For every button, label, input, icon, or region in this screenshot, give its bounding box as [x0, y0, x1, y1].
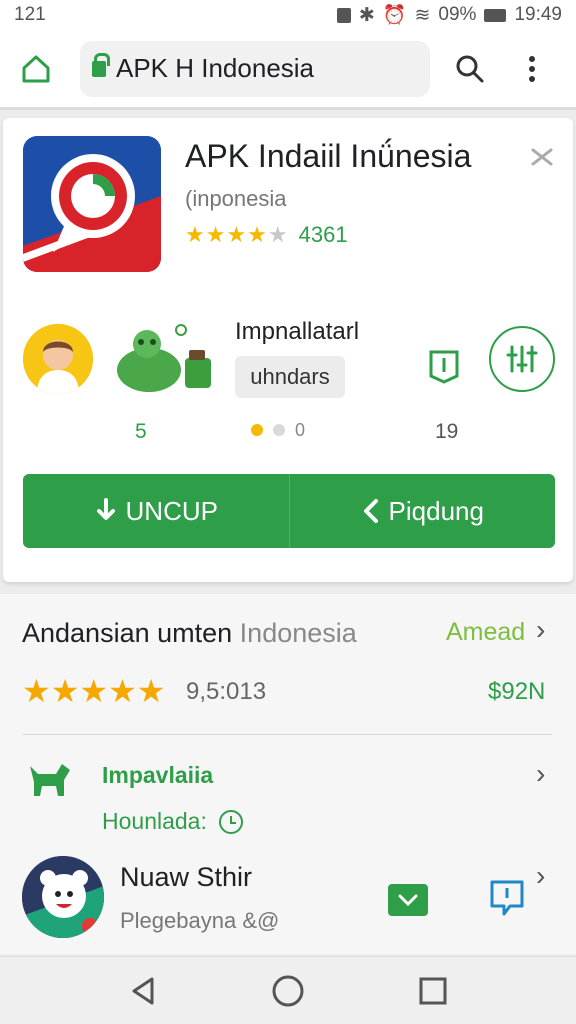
wifi-icon: ≋	[414, 4, 431, 26]
carousel-dot[interactable]	[273, 424, 285, 436]
info-section: Andansian umten Indonesia Amead › ★★★★★ …	[0, 594, 576, 954]
url-bar[interactable]: APK H Indonesia	[80, 40, 430, 97]
home-icon[interactable]	[14, 47, 58, 91]
home-circle-icon[interactable]	[266, 969, 310, 1013]
item1-subtitle: Hounlada:	[102, 808, 243, 835]
chevron-left-icon	[363, 499, 378, 523]
status-time: 121	[14, 4, 46, 25]
carousel-dots[interactable]: 0	[251, 420, 306, 440]
chip-button[interactable]: uhndars	[235, 356, 345, 398]
chevron-right-icon[interactable]: ›	[536, 614, 545, 646]
message-icon[interactable]	[388, 884, 428, 916]
app-title: APK Indaiil Inǘnesia	[185, 138, 472, 174]
uncup-button[interactable]: UNCUP	[23, 474, 290, 548]
item1-title[interactable]: Impavlaiia	[102, 762, 213, 789]
mascot-image	[103, 320, 223, 400]
section-price: $92N	[488, 678, 546, 705]
recents-icon[interactable]	[411, 969, 455, 1013]
battery-icon	[484, 8, 507, 22]
section-title-main: Andansian umten	[22, 618, 233, 648]
back-icon[interactable]	[121, 969, 165, 1013]
carousel-extra: 0	[295, 420, 306, 440]
alarm-icon: ⏰	[382, 5, 407, 26]
clock-icon	[218, 809, 243, 834]
item2-title[interactable]: Nuaw Sthir	[120, 862, 252, 893]
more-vert-icon[interactable]	[510, 47, 554, 91]
divider	[22, 734, 552, 735]
app-card: APK Indaiil Inǘnesia (inponesia ★★★★★ 43…	[3, 118, 573, 582]
close-icon[interactable]	[525, 142, 559, 172]
download-icon	[96, 498, 115, 520]
app-rating: ★★★★★ 4361	[185, 222, 348, 248]
avatar[interactable]	[23, 324, 93, 394]
lock-icon	[92, 52, 110, 77]
system-nav-bar	[0, 956, 576, 1024]
section-title: Andansian umten Indonesia	[22, 618, 357, 649]
battery-percent: 09%	[438, 4, 477, 25]
url-text: APK H Indonesia	[116, 53, 315, 83]
status-icons: ✱ ⏰ ≋ 09% 19:49	[336, 3, 562, 27]
avatar[interactable]	[22, 856, 104, 938]
action-button-bar: UNCUP Piqdung	[23, 474, 555, 548]
chevron-right-icon[interactable]: ›	[536, 860, 545, 892]
notification-icon	[336, 7, 351, 23]
dog-icon	[26, 760, 72, 800]
rating-count: 4361	[298, 222, 348, 247]
section-title-gray: Indonesia	[239, 618, 357, 648]
section-rating-stars: ★★★★★	[22, 673, 166, 709]
left-count: 5	[135, 420, 147, 443]
chevron-right-icon[interactable]: ›	[536, 758, 545, 790]
shield-icon[interactable]	[421, 342, 467, 388]
carousel-dot[interactable]	[251, 424, 263, 436]
status-clock: 19:49	[514, 4, 562, 25]
bluetooth-icon: ✱	[358, 4, 375, 26]
uncup-label: UNCUP	[125, 495, 218, 526]
piqdung-label: Piqdung	[388, 495, 484, 526]
browser-toolbar: APK H Indonesia	[0, 30, 576, 110]
item2-subtitle: Plegebayna &@	[120, 908, 280, 933]
implement-label: Impnallatarl	[235, 318, 360, 345]
app-subtitle: (inponesia	[185, 186, 287, 211]
status-bar: 121 ✱ ⏰ ≋ 09% 19:49	[0, 0, 576, 30]
equalizer-icon[interactable]	[489, 326, 555, 392]
app-logo-icon[interactable]	[23, 136, 161, 272]
piqdung-button[interactable]: Piqdung	[290, 474, 556, 548]
section-link[interactable]: Amead	[446, 618, 525, 647]
search-icon[interactable]	[448, 47, 492, 91]
rating-stars: ★★★★★	[185, 222, 289, 247]
right-count: 19	[435, 420, 459, 443]
section-rating-value: 9,5:013	[186, 678, 267, 705]
alert-bubble-icon[interactable]	[488, 878, 526, 918]
item1-subtitle-text: Hounlada:	[102, 808, 207, 834]
